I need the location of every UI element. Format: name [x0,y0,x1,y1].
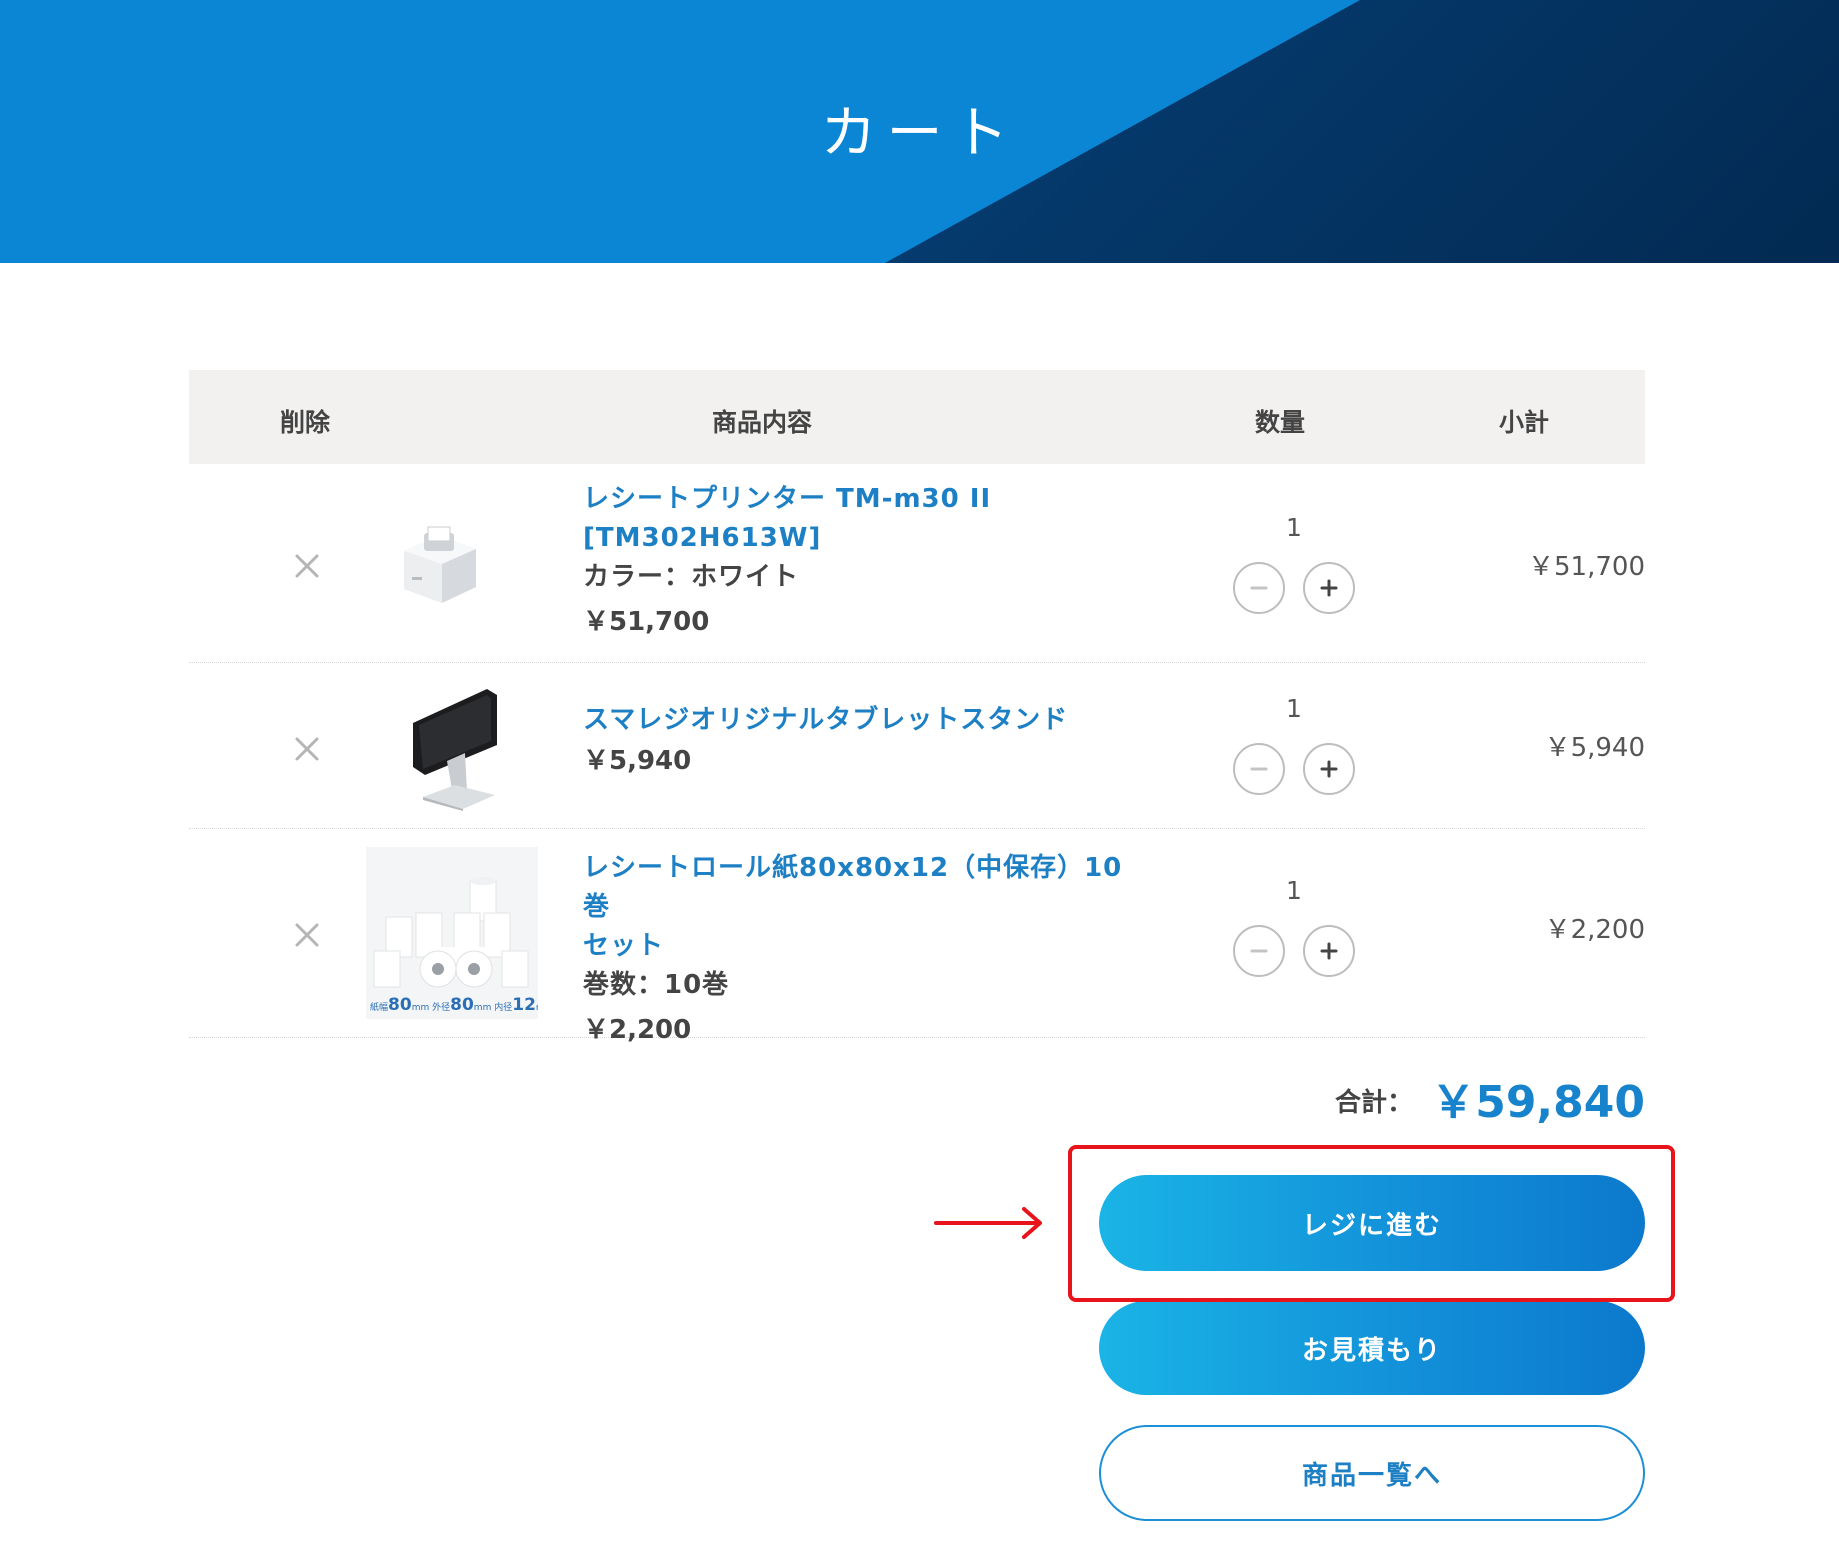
row-subtotal: ￥51,700 [1528,552,1645,582]
column-header-quantity: 数量 [1254,408,1306,437]
quantity-control: 1 [1229,691,1359,795]
cart-table-header: 削除 商品内容 数量 小計 [189,370,1645,464]
product-name-link[interactable]: レシートプリンター TM-m30 II [TM302H613W] [583,480,1143,558]
receipt-roll-image[interactable]: 紙幅80mm 外径80mm 内径12mm [366,847,538,1019]
row-subtotal: ￥2,200 [1544,915,1645,945]
plus-icon [1320,579,1338,597]
product-name-line2: セット [583,931,665,961]
roll-spec-caption: 紙幅80mm 外径80mm 内径12mm [370,995,538,1015]
receipt-printer-image[interactable] [394,519,484,609]
quantity-value: 1 [1286,876,1302,905]
quantity-value: 1 [1286,513,1302,542]
minus-icon [1250,586,1268,590]
total-label: 合計： [1335,1088,1414,1118]
product-list-button[interactable]: 商品一覧へ [1099,1425,1645,1521]
cart-item-details: スマレジオリジナルタブレットスタンド ￥5,940 [583,701,1143,778]
decrement-button[interactable] [1233,925,1285,977]
decrement-button[interactable] [1233,562,1285,614]
arrow-right-icon [934,1203,1046,1243]
quantity-value: 1 [1286,694,1302,723]
page-header-banner: カート [0,0,1839,263]
close-icon[interactable] [293,921,321,949]
quantity-control: 1 [1229,873,1359,977]
increment-button[interactable] [1303,925,1355,977]
increment-button[interactable] [1303,743,1355,795]
column-header-product: 商品内容 [711,408,813,437]
product-name-link[interactable]: スマレジオリジナルタブレットスタンド [583,701,1143,740]
cart-item-details: レシートロール紙80x80x12（中保存）10巻 セット 巻数：10巻 ￥2,2… [583,849,1143,1047]
decrement-button[interactable] [1233,743,1285,795]
plus-icon [1320,942,1338,960]
close-icon[interactable] [293,552,321,580]
minus-icon [1250,949,1268,953]
page-title: カート [820,101,1019,166]
product-unit-price: ￥51,700 [583,607,710,637]
product-name-line2: [TM302H613W] [583,523,822,553]
checkout-button[interactable]: レジに進む [1099,1175,1645,1271]
tablet-stand-image[interactable] [403,687,503,811]
product-attribute: カラー：ホワイト [583,562,800,592]
product-name-line1: レシートプリンター TM-m30 II [583,484,992,514]
product-attribute: 巻数：10巻 [583,970,730,1000]
minus-icon [1250,767,1268,771]
quote-button[interactable]: お見積もり [1099,1301,1645,1395]
increment-button[interactable] [1303,562,1355,614]
cart-item-details: レシートプリンター TM-m30 II [TM302H613W] カラー：ホワイ… [583,480,1143,639]
column-header-delete: 削除 [279,408,331,437]
quantity-control: 1 [1229,510,1359,614]
cart-row: 紙幅80mm 外径80mm 内径12mm レシートロール紙80x80x12（中保… [189,829,1645,1045]
plus-icon [1320,760,1338,778]
column-header-subtotal: 小計 [1498,408,1550,437]
paper-rolls-illustration [373,877,529,988]
cart-row: スマレジオリジナルタブレットスタンド ￥5,940 1 ￥5,940 [189,663,1645,829]
row-subtotal: ￥5,940 [1544,733,1645,763]
total-amount: ￥59,840 [1431,1077,1645,1128]
close-icon[interactable] [293,735,321,763]
cart-row: レシートプリンター TM-m30 II [TM302H613W] カラー：ホワイ… [189,464,1645,663]
product-name-link[interactable]: レシートロール紙80x80x12（中保存）10巻 セット [583,849,1143,966]
product-unit-price: ￥5,940 [583,746,692,776]
product-unit-price: ￥2,200 [583,1015,692,1045]
product-name-line1: レシートロール紙80x80x12（中保存）10巻 [583,853,1123,922]
product-name-line1: スマレジオリジナルタブレットスタンド [583,705,1069,735]
